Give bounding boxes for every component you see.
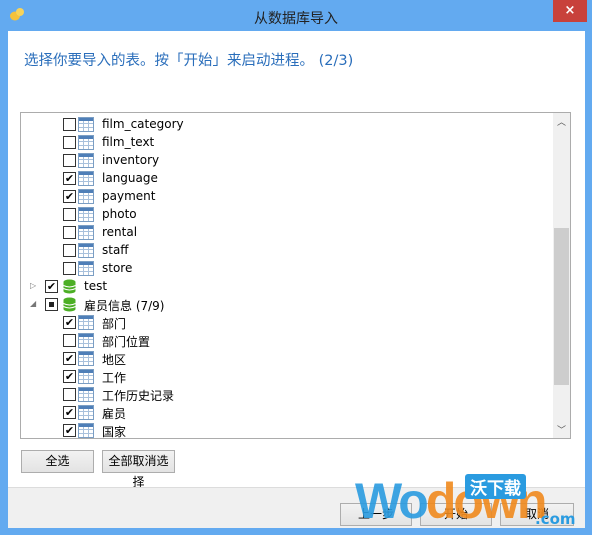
instruction-heading: 选择你要导入的表。按「开始」来启动进程。 (2/3)	[24, 53, 354, 69]
checkbox[interactable]	[63, 334, 76, 347]
select-all-button[interactable]: 全选	[21, 450, 94, 473]
tree-item-label: inventory	[102, 153, 160, 167]
table-icon	[78, 315, 94, 330]
deselect-all-button[interactable]: 全部取消选择	[102, 450, 175, 489]
tree-item[interactable]: ✔ 雇员	[21, 404, 553, 422]
watermark-suffix: .com	[535, 510, 576, 528]
checkbox[interactable]	[63, 136, 76, 149]
tree-item[interactable]: ▷ ✔ test	[21, 278, 553, 296]
checkbox[interactable]: ✔	[63, 370, 76, 383]
table-tree: ︿ ﹀ film_category film_text inventory ✔ lang…	[20, 112, 571, 439]
close-button[interactable]: ×	[553, 0, 587, 22]
checkbox[interactable]	[63, 208, 76, 221]
checkbox[interactable]	[63, 244, 76, 257]
tree-item-label: photo	[102, 207, 137, 221]
dialog-body: 选择你要导入的表。按「开始」来启动进程。 (2/3) ︿ ﹀ film_cate…	[8, 31, 585, 528]
tree-item-label: 地区	[102, 353, 127, 367]
tree-item[interactable]: 部门位置	[21, 332, 553, 350]
checkbox[interactable]: ✔	[63, 316, 76, 329]
scroll-down-icon[interactable]: ﹀	[553, 423, 570, 436]
table-icon	[78, 117, 94, 132]
table-icon	[78, 207, 94, 222]
database-icon	[63, 297, 76, 312]
tree-item[interactable]: ✔ 部门	[21, 314, 553, 332]
tree-item[interactable]: photo	[21, 206, 553, 224]
tree-item-label: 工作历史记录	[102, 389, 175, 403]
collapse-arrow-icon[interactable]: ◢	[30, 299, 36, 308]
table-icon	[78, 387, 94, 402]
tree-item-label: film_category	[102, 117, 184, 131]
tree-item-label: 雇员信息 (7/9)	[84, 299, 165, 313]
window-title: 从数据库导入	[254, 11, 338, 27]
table-icon	[78, 135, 94, 150]
watermark-tag: 沃下载	[465, 474, 526, 499]
tree-item-label: 部门位置	[102, 335, 151, 349]
tree-item-label: rental	[102, 225, 138, 239]
tree-item-label: test	[84, 279, 108, 293]
checkbox[interactable]	[63, 388, 76, 401]
tree-item[interactable]: 工作历史记录	[21, 386, 553, 404]
table-icon	[78, 405, 94, 420]
tree-item-label: film_text	[102, 135, 155, 149]
tree-item-label: payment	[102, 189, 156, 203]
tree-item[interactable]: ◢ 雇员信息 (7/9)	[21, 296, 553, 314]
database-icon	[63, 279, 76, 294]
checkbox[interactable]	[63, 118, 76, 131]
table-icon	[78, 423, 94, 438]
tree-item-label: language	[102, 171, 158, 185]
table-icon	[78, 333, 94, 348]
table-icon	[78, 153, 94, 168]
checkbox[interactable]	[63, 262, 76, 275]
tree-item-label: staff	[102, 243, 129, 257]
tree-item-label: 雇员	[102, 407, 127, 421]
tree-item[interactable]: store	[21, 260, 553, 278]
checkbox[interactable]	[45, 298, 58, 311]
scroll-thumb[interactable]	[554, 227, 569, 385]
vertical-scrollbar[interactable]: ︿ ﹀	[553, 113, 570, 438]
tree-item-label: 国家	[102, 425, 127, 439]
checkbox[interactable]: ✔	[63, 352, 76, 365]
table-icon	[78, 351, 94, 366]
tree-item[interactable]: rental	[21, 224, 553, 242]
tree-item-label: store	[102, 261, 133, 275]
checkbox[interactable]: ✔	[63, 172, 76, 185]
table-icon	[78, 171, 94, 186]
tree-item[interactable]: film_text	[21, 134, 553, 152]
tree-item[interactable]: ✔ payment	[21, 188, 553, 206]
checkbox[interactable]: ✔	[45, 280, 58, 293]
checkbox[interactable]	[63, 154, 76, 167]
title-bar: 从数据库导入 ×	[0, 0, 592, 31]
tree-item[interactable]: film_category	[21, 116, 553, 134]
table-icon	[78, 369, 94, 384]
tree-item-label: 工作	[102, 371, 127, 385]
checkbox[interactable]	[63, 226, 76, 239]
tree-item[interactable]: ✔ 地区	[21, 350, 553, 368]
table-icon	[78, 189, 94, 204]
scroll-up-icon[interactable]: ︿	[553, 115, 570, 128]
table-icon	[78, 261, 94, 276]
table-icon	[78, 225, 94, 240]
expand-arrow-icon[interactable]: ▷	[30, 281, 36, 290]
tree-item[interactable]: inventory	[21, 152, 553, 170]
tree-item[interactable]: ✔ 工作	[21, 368, 553, 386]
table-icon	[78, 243, 94, 258]
tree-item-label: 部门	[102, 317, 127, 331]
checkbox[interactable]: ✔	[63, 424, 76, 437]
checkbox[interactable]: ✔	[63, 190, 76, 203]
tree-item[interactable]: staff	[21, 242, 553, 260]
checkbox[interactable]: ✔	[63, 406, 76, 419]
tree-item[interactable]: ✔ language	[21, 170, 553, 188]
tree-item[interactable]: ✔ 国家	[21, 422, 553, 439]
